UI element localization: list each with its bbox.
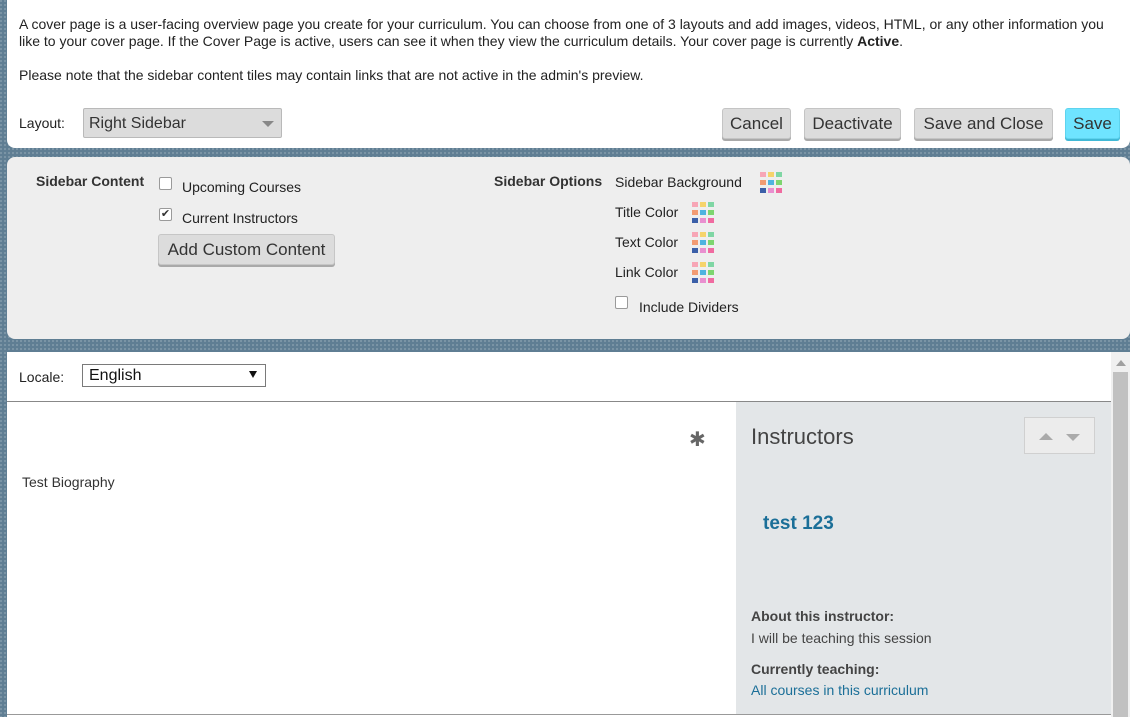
current-instructors-label: Current Instructors <box>182 210 298 226</box>
swatch-cell <box>776 172 782 177</box>
locale-select[interactable]: English <box>82 364 266 387</box>
scrollbar-thumb[interactable] <box>1113 372 1128 717</box>
swatch-cell <box>708 270 714 275</box>
sidebar-background-label: Sidebar Background <box>615 174 742 190</box>
sidebar-options-label: Sidebar Options <box>494 173 603 189</box>
swatch-cell <box>692 232 698 237</box>
include-dividers-label: Include Dividers <box>639 299 739 315</box>
swatch-cell <box>700 248 706 253</box>
upcoming-courses-checkbox[interactable] <box>159 177 172 190</box>
swatch-cell <box>700 262 706 267</box>
cover-status: Active <box>857 33 900 49</box>
swatch-cell <box>692 210 698 215</box>
gear-icon[interactable]: ✱ <box>689 430 706 450</box>
sidebar-title: Instructors <box>751 424 854 449</box>
locale-select-value: English <box>89 367 142 384</box>
cover-page-header: A cover page is a user-facing overview p… <box>7 0 1130 148</box>
about-instructor-heading: About this instructor: <box>751 608 895 624</box>
swatch-cell <box>700 278 706 283</box>
swatch-cell <box>768 188 774 193</box>
swatch-cell <box>708 210 714 215</box>
swatch-cell <box>692 218 698 223</box>
swatch-cell <box>708 262 714 267</box>
all-courses-link[interactable]: All courses in this curriculum <box>751 682 928 698</box>
move-down-icon[interactable] <box>1066 434 1080 441</box>
include-dividers-checkbox[interactable] <box>615 296 628 309</box>
swatch-cell <box>700 202 706 207</box>
swatch-cell <box>760 180 766 185</box>
chevron-down-icon <box>262 121 274 127</box>
swatch-cell <box>760 188 766 193</box>
swatch-cell <box>708 202 714 207</box>
swatch-cell <box>708 240 714 245</box>
text-color-picker-icon[interactable] <box>691 231 715 255</box>
swatch-cell <box>692 278 698 283</box>
intro-main-text: A cover page is a user-facing overview p… <box>19 16 1104 49</box>
locale-label: Locale: <box>19 369 65 385</box>
link-color-label: Link Color <box>615 264 679 280</box>
swatch-cell <box>776 188 782 193</box>
instructor-name-link[interactable]: test 123 <box>763 513 834 535</box>
swatch-cell <box>692 248 698 253</box>
reorder-arrows <box>1024 417 1095 454</box>
title-color-label: Title Color <box>615 204 679 220</box>
sidebar-content-label: Sidebar Content <box>36 173 145 189</box>
layout-select[interactable]: Right Sidebar <box>83 108 282 138</box>
swatch-cell <box>700 232 706 237</box>
preview-note: Please note that the sidebar content til… <box>19 67 644 83</box>
vertical-scrollbar[interactable] <box>1111 352 1130 717</box>
swatch-cell <box>692 240 698 245</box>
layout-label: Layout: <box>19 115 65 131</box>
move-up-icon[interactable] <box>1039 433 1053 440</box>
swatch-cell <box>700 270 706 275</box>
intro-end-text: . <box>899 33 904 49</box>
current-instructors-checkbox[interactable]: ✔ <box>159 208 172 221</box>
swatch-cell <box>708 278 714 283</box>
about-instructor-text: I will be teaching this session <box>751 630 932 646</box>
sidebar-background-color-picker-icon[interactable] <box>759 171 783 195</box>
swatch-cell <box>692 202 698 207</box>
swatch-cell <box>768 172 774 177</box>
swatch-cell <box>700 210 706 215</box>
layout-select-value: Right Sidebar <box>89 115 186 132</box>
swatch-cell <box>692 262 698 267</box>
dropdown-arrow-icon <box>249 371 257 378</box>
preview-bottom-border <box>7 714 1111 715</box>
text-color-label: Text Color <box>615 234 679 250</box>
swatch-cell <box>700 218 706 223</box>
save-and-close-button[interactable]: Save and Close <box>914 108 1053 139</box>
title-color-picker-icon[interactable] <box>691 201 715 225</box>
cover-page-preview: Locale: English ✱ Test Biography Instruc… <box>7 352 1130 717</box>
intro-text: A cover page is a user-facing overview p… <box>19 16 1109 50</box>
sidebar-options-panel: Sidebar Content Upcoming Courses ✔ Curre… <box>7 157 1130 339</box>
swatch-cell <box>700 240 706 245</box>
swatch-cell <box>768 180 774 185</box>
swatch-cell <box>708 248 714 253</box>
swatch-cell <box>708 232 714 237</box>
cancel-button[interactable]: Cancel <box>722 108 791 139</box>
save-button[interactable]: Save <box>1065 108 1120 139</box>
deactivate-button[interactable]: Deactivate <box>804 108 901 139</box>
swatch-cell <box>692 270 698 275</box>
add-custom-content-button[interactable]: Add Custom Content <box>158 234 335 265</box>
swatch-cell <box>776 180 782 185</box>
link-color-picker-icon[interactable] <box>691 261 715 285</box>
right-sidebar: Instructors test 123 About this instruct… <box>736 402 1111 714</box>
currently-teaching-heading: Currently teaching: <box>751 661 880 677</box>
swatch-cell <box>708 218 714 223</box>
upcoming-courses-label: Upcoming Courses <box>182 179 302 195</box>
scroll-up-icon[interactable] <box>1116 360 1126 366</box>
biography-text: Test Biography <box>22 474 115 490</box>
swatch-cell <box>760 172 766 177</box>
